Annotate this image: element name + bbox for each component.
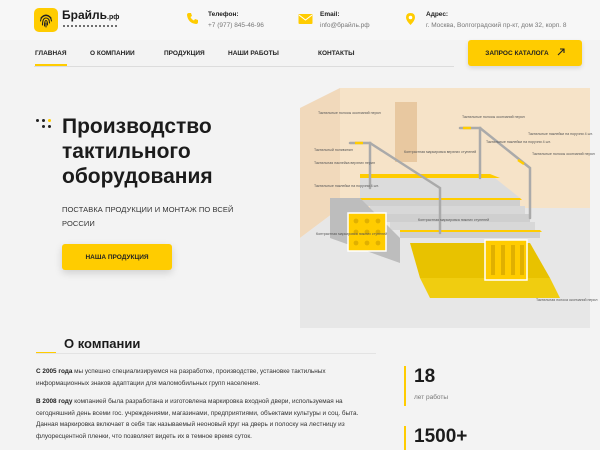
- illus-label-8: Тактильная наклейка верхних перил: [314, 161, 376, 165]
- nav-divider: [34, 66, 454, 67]
- stat-number: 18: [414, 366, 436, 387]
- illus-label-2: Тактильные полосы окончаний перил: [462, 115, 525, 119]
- illus-label-7: Тактильный поливинил: [314, 148, 353, 152]
- our-products-button[interactable]: НАША ПРОДУКЦИЯ: [62, 244, 172, 270]
- phone-label: Телефон:: [208, 11, 239, 18]
- illus-label-3: Тактильные наклейки на поручни 4 шт.: [528, 132, 593, 136]
- location-icon: [404, 12, 417, 31]
- illus-label-11: Контрастная маркировка нижних ступеней: [316, 232, 388, 236]
- illus-label-1: Тактильные полосы окончаний перил: [318, 111, 381, 115]
- nav-item-about[interactable]: О КОМПАНИИ: [90, 50, 135, 57]
- phone-value[interactable]: +7 (977) 845-46-96: [208, 22, 264, 29]
- nav-item-home[interactable]: ГЛАВНАЯ: [35, 50, 67, 66]
- logo[interactable]: Брайль.рф: [34, 5, 124, 35]
- catalog-request-label: ЗАПРОС КАТАЛОГА: [485, 49, 549, 57]
- contact-address: Адрес: г. Москва, Волгоградский пр-кт, д…: [404, 11, 594, 35]
- nav-item-products[interactable]: ПРОДУКЦИЯ: [164, 50, 205, 57]
- fingerprint-icon: [34, 8, 58, 32]
- site-header: Брайль.рф Телефон: +7 (977) 845-46-96 Em…: [0, 0, 600, 40]
- about-title: О компании: [64, 336, 141, 351]
- hero-subtitle: ПОСТАВКА ПРОДУКЦИИ И МОНТАЖ ПО ВСЕЙ РОСС…: [62, 205, 234, 228]
- about-paragraph-1: С 2005 года мы успешно специализируемся …: [36, 368, 326, 387]
- address-value: г. Москва, Волгоградский пр-кт, дом 32, …: [426, 22, 567, 29]
- arrow-up-right-icon: [557, 48, 565, 58]
- about-title-accent: [36, 338, 56, 354]
- illus-label-4: Тактильные полосы окончаний перил: [532, 152, 595, 156]
- about-divider: [36, 353, 376, 354]
- stat-accent-bar: [404, 366, 406, 406]
- braille-dots: [63, 25, 117, 27]
- contact-email[interactable]: Email: info@брайль.рф: [298, 11, 378, 35]
- braille-dots-icon: [36, 119, 56, 133]
- contact-phone[interactable]: Телефон: +7 (977) 845-46-96: [186, 11, 286, 35]
- address-label: Адрес:: [426, 11, 449, 18]
- hero-title: Производство тактильного оборудования: [62, 115, 213, 188]
- illus-label-10: Контрастная маркировка нижних ступеней: [418, 218, 490, 222]
- phone-icon: [186, 12, 199, 30]
- illus-label-6: Тактильные наклейки на поручни 4 шт.: [486, 140, 551, 144]
- stat-number: 1500+: [414, 426, 468, 447]
- nav-item-contacts[interactable]: КОНТАКТЫ: [318, 50, 354, 57]
- stairs-illustration: Тактильные полосы окончаний перил Тактил…: [300, 88, 598, 328]
- illus-label-12: Тактильная полоса окончаний перил: [536, 298, 598, 302]
- illus-label-5: Контрастная маркировка верхних ступеней: [404, 150, 477, 154]
- logo-text: Брайль.рф: [62, 8, 120, 22]
- illus-label-9: Тактильные наклейки на поручни 4 шт.: [314, 184, 379, 188]
- catalog-request-button[interactable]: ЗАПРОС КАТАЛОГА: [468, 40, 582, 66]
- email-label: Email:: [320, 11, 340, 18]
- mail-icon: [298, 12, 313, 30]
- stat-caption: лет работы: [414, 394, 449, 401]
- email-value[interactable]: info@брайль.рф: [320, 22, 370, 29]
- about-paragraph-2: В 2008 году компанией была разработана и…: [36, 398, 359, 440]
- stat-accent-bar: [404, 426, 406, 450]
- nav-item-works[interactable]: НАШИ РАБОТЫ: [228, 50, 279, 57]
